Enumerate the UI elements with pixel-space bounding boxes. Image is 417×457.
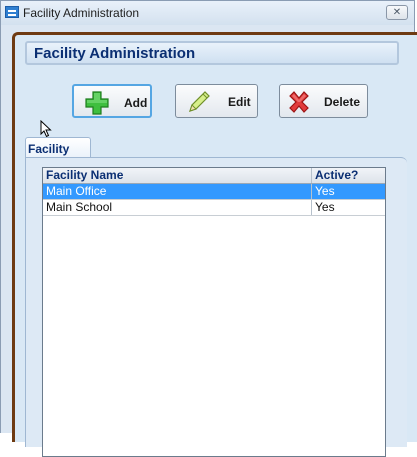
pencil-icon (189, 91, 210, 112)
facility-tab-panel: Facility Name Active? Main Office Yes Ma… (25, 157, 407, 457)
column-header-facility-name[interactable]: Facility Name (43, 168, 311, 183)
page-title: Facility Administration (34, 45, 196, 62)
cell-facility-name: Main Office (46, 184, 107, 198)
content-frame: Facility Administration Add Edit Delete (12, 32, 417, 457)
table-row[interactable]: Main School Yes (43, 200, 385, 216)
cell-active: Yes (311, 184, 385, 199)
close-button[interactable]: ✕ (386, 5, 408, 20)
tab-facility[interactable]: Facility (25, 137, 91, 159)
add-button[interactable]: Add (72, 84, 152, 118)
facility-admin-window: Facility Administration ✕ Facility Admin… (0, 0, 417, 457)
table-row[interactable]: Main Office Yes (43, 184, 385, 200)
cell-active: Yes (311, 200, 385, 215)
cell-facility-name: Main School (46, 200, 113, 214)
edit-button-label: Edit (228, 95, 251, 109)
facility-grid[interactable]: Facility Name Active? Main Office Yes Ma… (42, 167, 386, 457)
section-header: Facility Administration (25, 41, 399, 65)
tab-facility-label: Facility (28, 142, 70, 156)
column-header-active[interactable]: Active? (311, 168, 385, 183)
add-button-label: Add (124, 96, 148, 110)
title-bar[interactable]: Facility Administration ✕ (1, 1, 414, 25)
red-x-icon (289, 91, 309, 113)
delete-button[interactable]: Delete (279, 84, 368, 118)
mouse-pointer-icon (40, 120, 52, 138)
green-plus-icon (85, 91, 109, 115)
window-title: Facility Administration (23, 6, 140, 20)
grid-header-row: Facility Name Active? (43, 168, 385, 184)
delete-button-label: Delete (324, 95, 361, 109)
edit-button[interactable]: Edit (175, 84, 258, 118)
app-window-icon (5, 6, 19, 18)
